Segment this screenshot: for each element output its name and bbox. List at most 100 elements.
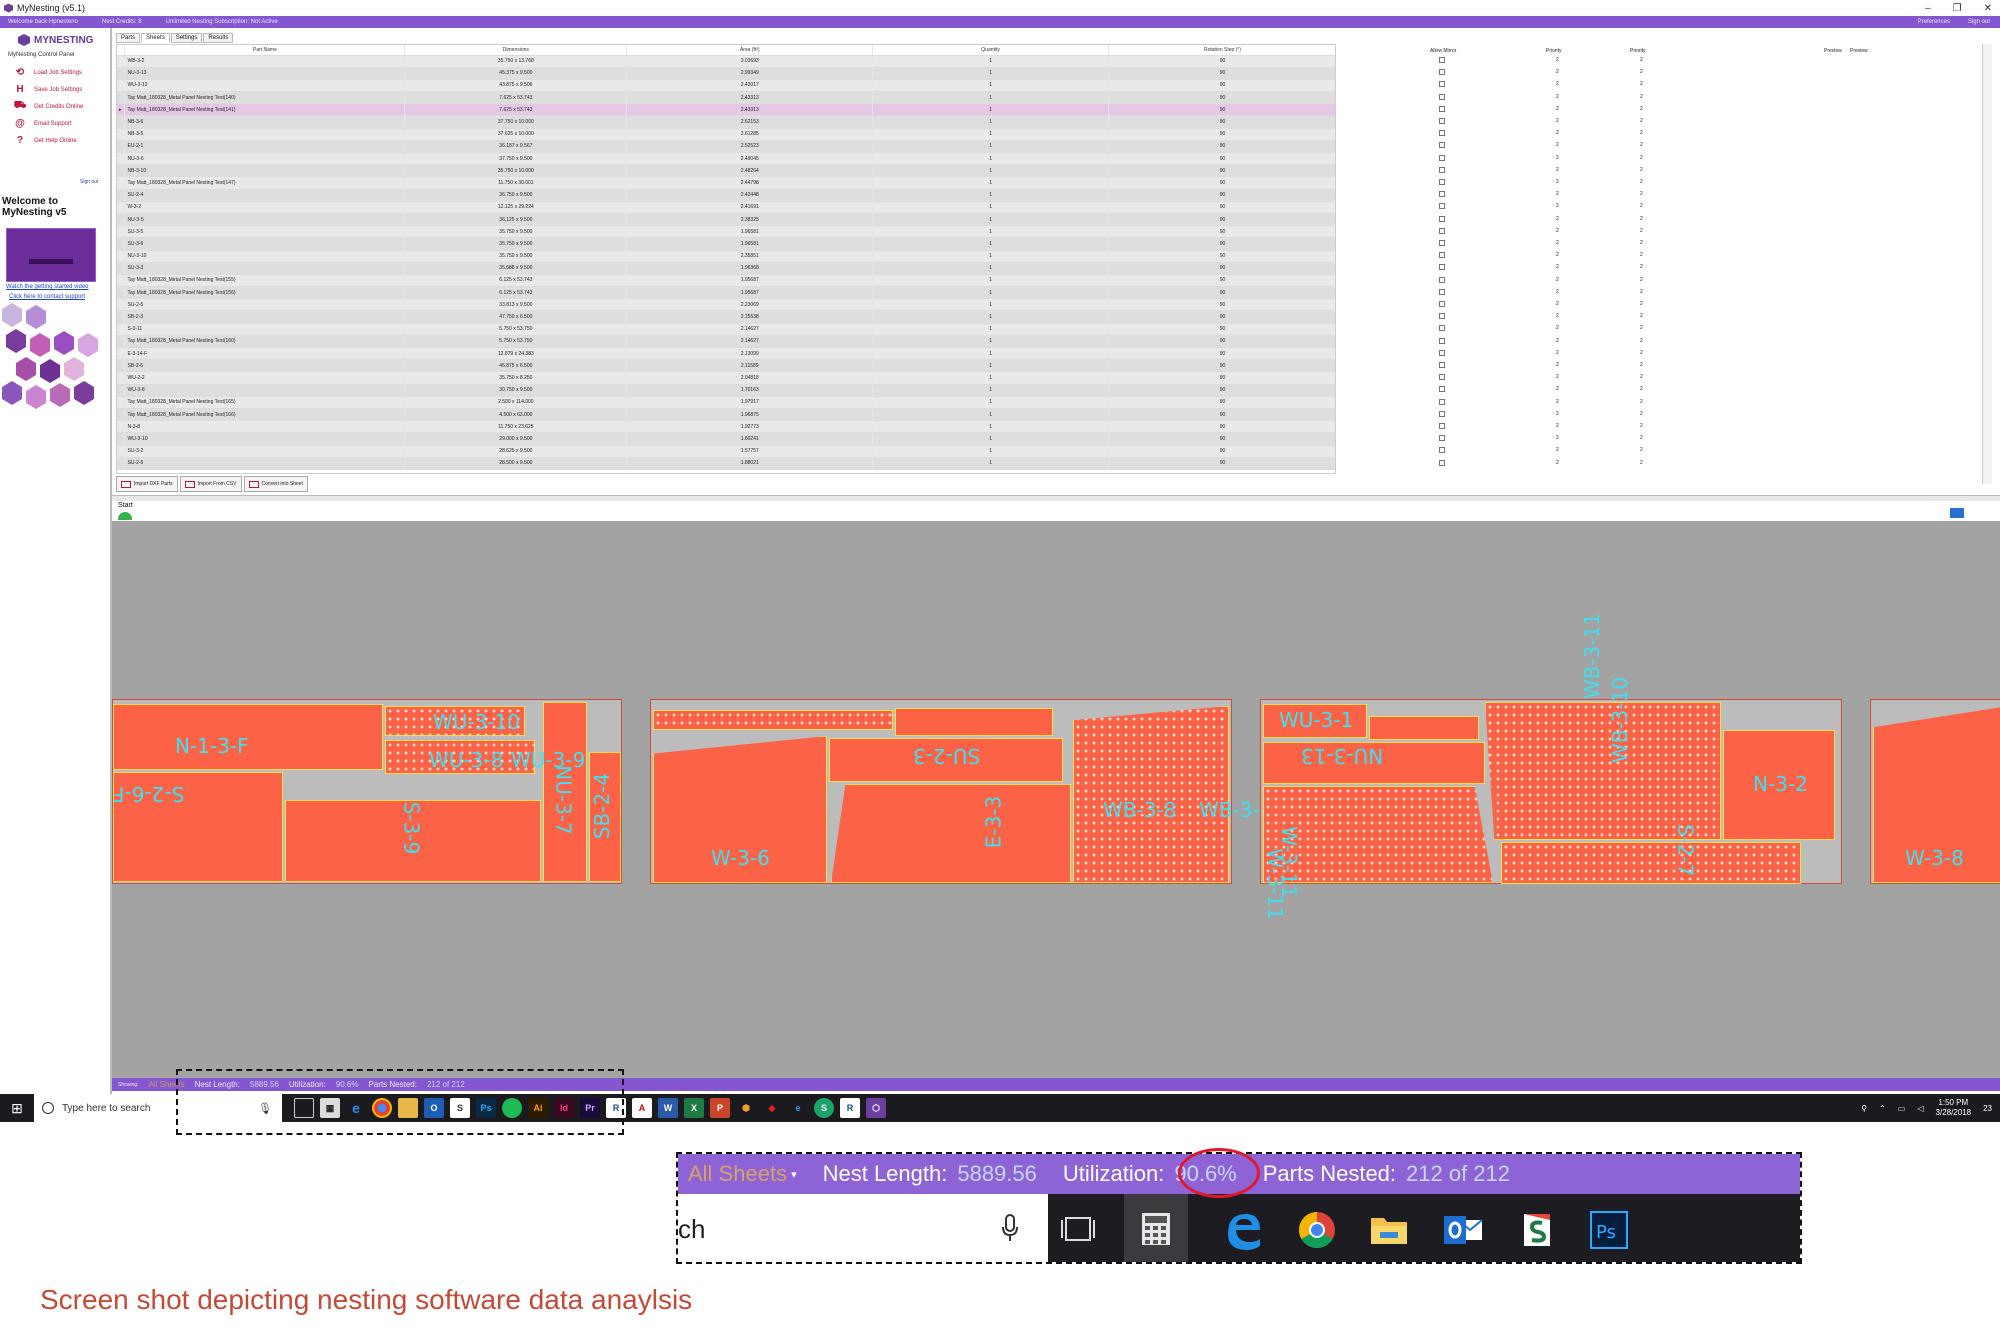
cell-area[interactable]: 2.35851 <box>626 250 874 263</box>
cell-rotation-step[interactable]: 90 <box>1108 140 1335 154</box>
row-indicator[interactable] <box>117 55 126 68</box>
cell-area[interactable]: 2.62153 <box>626 115 874 129</box>
allow-mirror-checkbox[interactable] <box>1439 81 1445 88</box>
priority-cell-2[interactable]: 2 <box>1640 447 1643 453</box>
allow-mirror-checkbox[interactable] <box>1439 252 1445 259</box>
cell-dimensions[interactable]: 11.750 x 23.625 <box>404 420 628 434</box>
priority-cell[interactable]: 2 <box>1556 191 1559 197</box>
cell-rotation-step[interactable]: 90 <box>1108 55 1335 68</box>
cell-dimensions[interactable]: 36.187 x 9.567 <box>404 140 628 154</box>
allow-mirror-checkbox[interactable] <box>1439 435 1445 442</box>
tab-settings[interactable]: Settings <box>170 33 203 43</box>
allow-mirror-checkbox[interactable] <box>1439 93 1445 100</box>
table-row[interactable]: SU-3-3 35.688 x 9.500 1.96368 1 90 <box>117 262 1335 275</box>
allow-mirror-checkbox[interactable] <box>1439 288 1445 295</box>
cell-dimensions[interactable]: 36.125 x 9.500 <box>404 213 628 227</box>
priority-cell-2[interactable]: 2 <box>1640 167 1643 173</box>
priority-cell[interactable]: 2 <box>1556 350 1559 356</box>
cell-part-name[interactable]: WU-2-2 <box>124 371 406 385</box>
priority-cell-2[interactable]: 2 <box>1640 362 1643 368</box>
cell-part-name[interactable]: S-3-11 <box>124 323 406 336</box>
priority-cell-2[interactable]: 2 <box>1640 155 1643 161</box>
settings-app-icon[interactable]: ⬢ <box>736 1098 756 1118</box>
load-job-settings-button[interactable]: ⟲ Load Job Settings <box>14 64 110 81</box>
table-row[interactable]: Tay Matt_180328_Metal Panel Nesting Test… <box>117 408 1335 422</box>
zoomed-photoshop-icon[interactable]: Ps <box>1586 1208 1632 1252</box>
cell-area[interactable]: 2.43017 <box>626 79 874 93</box>
zoomed-sheets-dropdown[interactable]: All Sheets <box>688 1161 787 1187</box>
cell-part-name[interactable]: Tay Matt_180328_Metal Panel Nesting Test… <box>124 286 406 300</box>
cell-part-name[interactable]: EU-2-1 <box>124 140 406 154</box>
priority-cell[interactable]: 2 <box>1556 203 1559 209</box>
cell-quantity[interactable]: 1 <box>872 91 1110 105</box>
priority-cell-2[interactable]: 2 <box>1640 301 1643 307</box>
save-job-settings-button[interactable]: H Save Job Settings <box>14 81 110 98</box>
nested-part[interactable] <box>831 784 1071 883</box>
cell-area[interactable]: 1.88021 <box>626 457 874 470</box>
allow-mirror-checkbox[interactable] <box>1439 459 1445 466</box>
priority-cell[interactable]: 2 <box>1556 423 1559 429</box>
row-indicator[interactable] <box>117 286 126 300</box>
tab-parts[interactable]: Parts <box>116 33 141 43</box>
row-indicator[interactable] <box>117 115 126 129</box>
cell-quantity[interactable]: 1 <box>872 176 1110 190</box>
priority-cell[interactable]: 2 <box>1556 362 1559 368</box>
row-indicator[interactable] <box>117 408 126 422</box>
row-indicator[interactable] <box>117 445 126 458</box>
table-row[interactable]: NB-3-6 37.750 x 10.000 2.62153 1 90 <box>117 115 1335 129</box>
people-icon[interactable]: ⚲ <box>1861 1104 1867 1113</box>
cell-dimensions[interactable]: 7.625 x 53.743 <box>404 103 628 117</box>
priority-cell-2[interactable]: 2 <box>1640 118 1643 124</box>
allow-mirror-checkbox[interactable] <box>1439 264 1445 271</box>
cell-rotation-step[interactable]: 90 <box>1108 176 1335 190</box>
cell-quantity[interactable]: 1 <box>872 457 1110 470</box>
allow-mirror-checkbox[interactable] <box>1439 313 1445 320</box>
app-s-icon[interactable]: S <box>814 1098 834 1118</box>
table-row[interactable]: S-3-11 5.750 x 53.750 2.14627 1 90 <box>117 323 1335 336</box>
cell-area[interactable]: 1.96368 <box>626 262 874 275</box>
cell-quantity[interactable]: 1 <box>872 359 1110 373</box>
cell-rotation-step[interactable]: 90 <box>1108 152 1335 166</box>
cell-dimensions[interactable]: 35.688 x 9.500 <box>404 262 628 275</box>
cell-area[interactable]: 2.15538 <box>626 310 874 324</box>
getting-started-video-thumbnail[interactable] <box>6 228 96 282</box>
priority-cell[interactable]: 2 <box>1556 216 1559 222</box>
cell-quantity[interactable]: 1 <box>872 445 1110 458</box>
cell-dimensions[interactable]: 12.125 x 29.224 <box>404 201 628 214</box>
cell-part-name[interactable]: NB-3-5 <box>124 128 406 141</box>
priority-cell-2[interactable]: 2 <box>1640 130 1643 136</box>
email-support-button[interactable]: @ Email Support <box>14 115 110 132</box>
cell-quantity[interactable]: 1 <box>872 408 1110 422</box>
windows-start-icon[interactable]: ⊞ <box>0 1094 34 1122</box>
table-row[interactable]: WU-2-2 35.750 x 8.250 2.04818 1 90 <box>117 371 1335 385</box>
cell-quantity[interactable]: 1 <box>872 274 1110 288</box>
cell-quantity[interactable]: 1 <box>872 250 1110 263</box>
row-indicator[interactable] <box>117 201 126 214</box>
cell-area[interactable]: 1.95687 <box>626 286 874 300</box>
cell-rotation-step[interactable]: 90 <box>1108 335 1335 349</box>
notifications-icon[interactable]: 23 <box>1983 1104 1992 1113</box>
powerpoint-icon[interactable]: P <box>710 1098 730 1118</box>
nested-part[interactable] <box>1501 842 1801 884</box>
row-indicator[interactable] <box>117 237 126 251</box>
priority-cell[interactable]: 2 <box>1556 155 1559 161</box>
nested-part[interactable] <box>1485 702 1721 840</box>
nested-part[interactable] <box>653 710 893 730</box>
row-indicator[interactable] <box>117 323 126 336</box>
zoomed-slack-icon[interactable] <box>1514 1208 1560 1252</box>
cell-dimensions[interactable]: 29.000 x 9.500 <box>404 432 628 446</box>
cell-area[interactable]: 2.38325 <box>626 213 874 227</box>
sign-out-link[interactable]: Sign out <box>1968 19 1990 25</box>
priority-cell-2[interactable]: 2 <box>1640 252 1643 258</box>
cell-dimensions[interactable]: 37.625 x 10.000 <box>404 128 628 141</box>
row-indicator[interactable] <box>117 225 126 239</box>
priority-cell[interactable]: 2 <box>1556 411 1559 417</box>
cell-part-name[interactable]: WU-3-12 <box>124 79 406 93</box>
allow-mirror-checkbox[interactable] <box>1439 362 1445 368</box>
table-row[interactable]: ▸ Tay Matt_180328_Metal Panel Nesting Tes… <box>117 103 1335 117</box>
volume-icon[interactable]: ◁ <box>1917 1104 1923 1113</box>
row-indicator[interactable] <box>117 384 126 397</box>
allow-mirror-checkbox[interactable] <box>1439 166 1445 173</box>
zoomed-microphone-icon[interactable] <box>1000 1214 1020 1242</box>
table-scrollbar[interactable] <box>1982 44 1992 484</box>
